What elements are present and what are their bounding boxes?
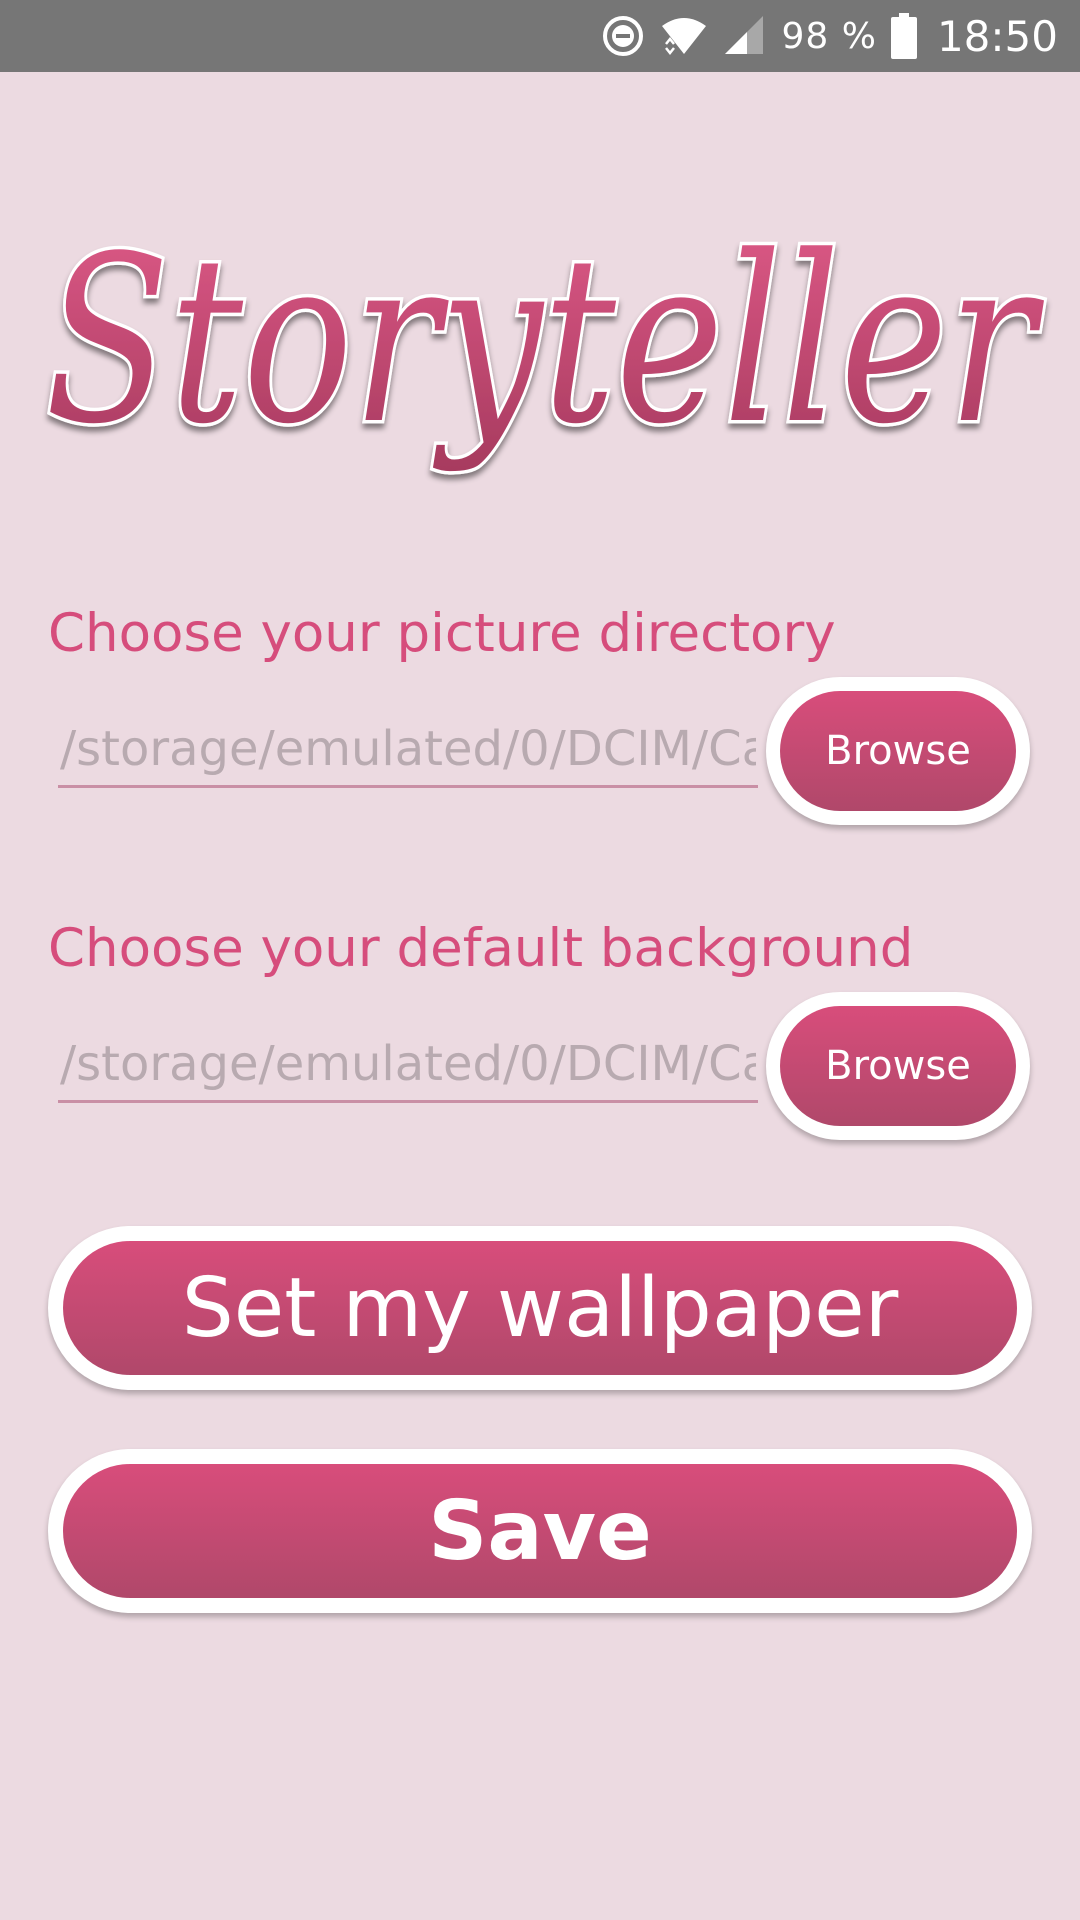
browse-button-label: Browse [780, 1006, 1016, 1126]
default-background-browse-button[interactable]: Browse [766, 992, 1030, 1140]
status-time: 18:50 [936, 11, 1058, 61]
default-background-input[interactable] [58, 1027, 758, 1103]
storyteller-logo: Storyteller [0, 120, 1080, 550]
status-bar: 98 % 18:50 [0, 0, 1080, 72]
save-label: Save [63, 1464, 1017, 1598]
browse-button-label: Browse [780, 691, 1016, 811]
save-button[interactable]: Save [48, 1449, 1032, 1613]
picture-directory-input[interactable] [58, 712, 758, 788]
picture-directory-label: Choose your picture directory [48, 603, 836, 664]
set-wallpaper-label: Set my wallpaper [63, 1241, 1017, 1375]
wifi-icon [659, 14, 709, 58]
set-wallpaper-button[interactable]: Set my wallpaper [48, 1226, 1032, 1390]
logo-text: Storyteller [45, 208, 1045, 475]
default-background-label: Choose your default background [48, 918, 914, 979]
dnd-icon [601, 14, 645, 58]
battery-percentage: 98 % [781, 15, 877, 57]
picture-directory-browse-button[interactable]: Browse [766, 677, 1030, 825]
signal-icon [723, 14, 767, 58]
battery-icon [890, 13, 917, 59]
status-icons: 98 % 18:50 [601, 0, 1058, 72]
